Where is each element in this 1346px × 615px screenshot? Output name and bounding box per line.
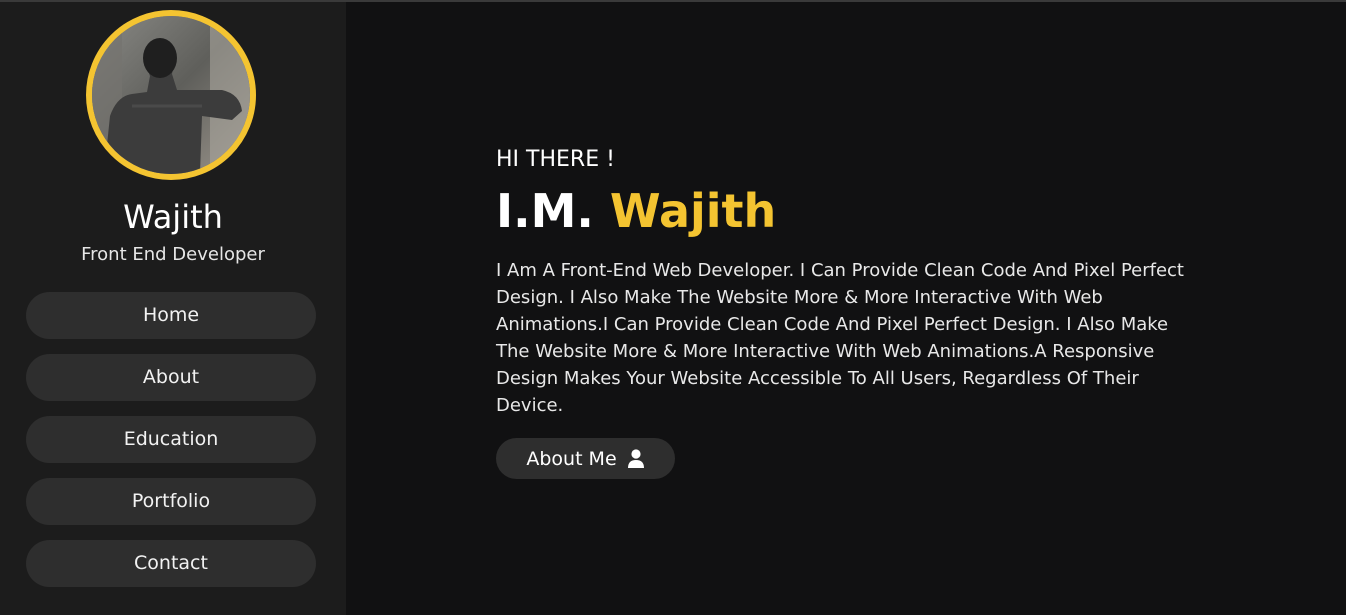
nav-item-about[interactable]: About <box>26 354 316 401</box>
profile-photo <box>92 16 250 174</box>
profile-role: Front End Developer <box>81 244 265 265</box>
nav-item-contact[interactable]: Contact <box>26 540 316 587</box>
hero-headline-prefix: I.M. <box>496 184 594 238</box>
hero-headline: I.M. Wajith <box>496 182 776 240</box>
user-icon <box>627 448 645 469</box>
nav-item-home[interactable]: Home <box>26 292 316 339</box>
hero-description: I Am A Front-End Web Developer. I Can Pr… <box>496 260 1184 416</box>
nav-item-portfolio[interactable]: Portfolio <box>26 478 316 525</box>
avatar <box>86 10 256 180</box>
sidebar-nav: Home About Education Portfolio Contact <box>26 292 316 602</box>
sidebar: Wajith Front End Developer Home About Ed… <box>0 2 346 615</box>
about-me-button[interactable]: About Me <box>496 438 675 479</box>
hero-headline-name: Wajith <box>609 184 777 238</box>
nav-item-education[interactable]: Education <box>26 416 316 463</box>
hero-greeting: HI THERE ! <box>496 147 615 172</box>
profile-name: Wajith <box>123 198 223 236</box>
about-me-button-label: About Me <box>526 447 617 470</box>
main-content: HI THERE ! I.M. Wajith I Am A Front-End … <box>346 2 1346 615</box>
